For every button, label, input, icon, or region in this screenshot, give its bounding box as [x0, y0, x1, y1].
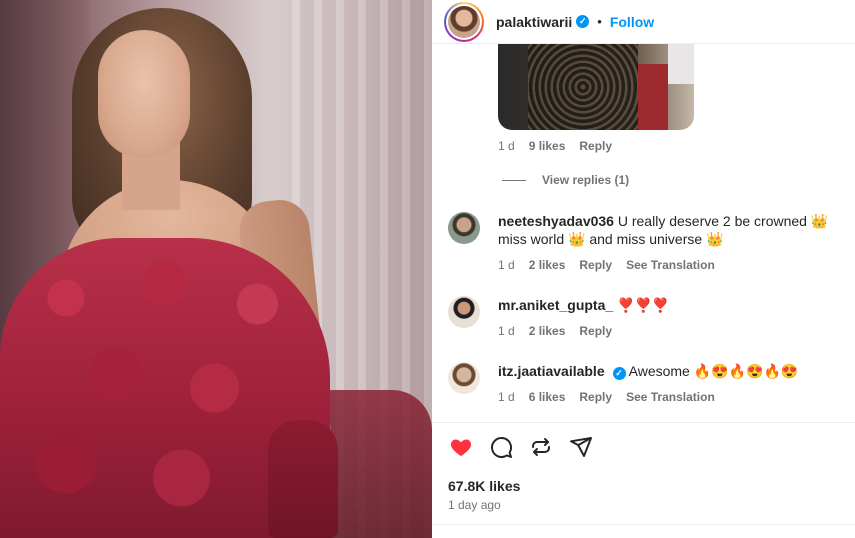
comment-icon[interactable] — [488, 434, 514, 460]
post-side-panel: palaktiwarii ✓ • Follow 1 d 9 likes Repl… — [432, 0, 855, 538]
verified-badge-icon: ✓ — [612, 366, 626, 380]
comment-age: 1 d — [498, 324, 515, 338]
commenter-avatar[interactable] — [448, 296, 480, 328]
follow-button[interactable]: Follow — [610, 14, 654, 30]
reply-button[interactable]: Reply — [579, 390, 612, 404]
comment-meta: 1 d 6 likes Reply See Translation — [498, 390, 729, 404]
post-media[interactable] — [0, 0, 432, 538]
post-timestamp: 1 day ago — [448, 498, 501, 512]
model-face — [98, 30, 190, 158]
actions-divider — [432, 422, 855, 423]
reply-button[interactable]: Reply — [579, 139, 612, 153]
verified-badge-icon: ✓ — [576, 15, 590, 28]
commenter-username[interactable]: neeteshyadav036 — [498, 213, 614, 229]
repost-icon[interactable] — [528, 434, 554, 460]
see-translation-button[interactable]: See Translation — [626, 258, 715, 272]
comment-meta: 1 d 2 likes Reply See Translation — [498, 258, 729, 272]
see-translation-button[interactable]: See Translation — [626, 390, 715, 404]
image-lace — [528, 44, 638, 130]
view-replies-label: View replies (1) — [542, 173, 630, 187]
image-red — [638, 64, 668, 130]
comment-likes[interactable]: 6 likes — [529, 390, 566, 404]
commenter-username[interactable]: mr.aniket_gupta_ — [498, 297, 613, 313]
bottom-divider — [432, 524, 855, 525]
comment-likes[interactable]: 2 likes — [529, 324, 566, 338]
reply-button[interactable]: Reply — [579, 324, 612, 338]
avatar-image — [448, 5, 480, 38]
comment-text: ❣️❣️❣️ — [617, 297, 670, 313]
commenter-username[interactable]: itz.jaatiavailable — [498, 363, 605, 379]
comment-meta: 1 d 9 likes Reply — [498, 139, 626, 153]
header-separator: • — [597, 14, 602, 29]
commenter-avatar[interactable] — [448, 212, 480, 244]
image-white — [668, 44, 694, 84]
post-likes-count[interactable]: 67.8K likes — [448, 478, 520, 494]
red-glove — [268, 420, 338, 538]
author-username[interactable]: palaktiwarii — [496, 14, 572, 30]
author-avatar[interactable] — [444, 1, 484, 42]
view-replies-button[interactable]: View replies (1) — [502, 173, 629, 187]
comment-item: neeteshyadav036 U really deserve 2 be cr… — [448, 212, 853, 248]
post-actions — [448, 434, 594, 460]
comment-age: 1 d — [498, 258, 515, 272]
comment-age: 1 d — [498, 390, 515, 404]
comment-age: 1 d — [498, 139, 515, 153]
commenter-avatar[interactable] — [448, 362, 480, 394]
comment-meta: 1 d 2 likes Reply — [498, 324, 626, 338]
comment-likes[interactable]: 9 likes — [529, 139, 566, 153]
comment-likes[interactable]: 2 likes — [529, 258, 566, 272]
reply-button[interactable]: Reply — [579, 258, 612, 272]
comment-image[interactable] — [498, 44, 694, 130]
send-icon[interactable] — [568, 434, 594, 460]
replies-line — [502, 179, 526, 181]
comment-text: Awesome 🔥😍🔥😍🔥😍 — [628, 363, 799, 379]
comment-body: neeteshyadav036 U really deserve 2 be cr… — [498, 212, 853, 248]
heart-filled-icon[interactable] — [448, 434, 474, 460]
post-header: palaktiwarii ✓ • Follow — [432, 0, 855, 44]
